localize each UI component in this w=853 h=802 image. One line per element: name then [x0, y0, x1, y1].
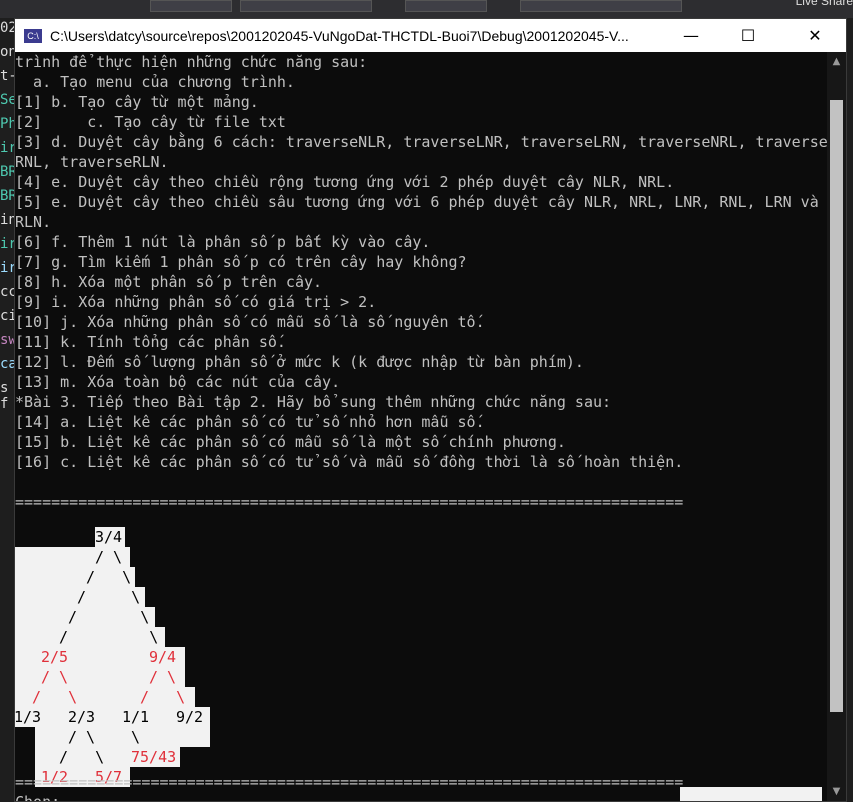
console-line: [1] b. Tạo cây từ một mảng.	[15, 93, 259, 111]
ide-gutter-fragment: BR	[0, 188, 14, 204]
console-line: [3] d. Duyệt cây bằng 6 cách: traverseNL…	[15, 133, 827, 151]
minimize-icon: —	[683, 26, 699, 45]
console-line: [12] l. Đếm số lượng phân số ở mức k (k …	[15, 353, 584, 371]
tree-node-2-5: 2/5	[41, 648, 69, 666]
ide-gutter-fragment: ir	[0, 140, 14, 156]
tree-node-2-3: 2/3	[68, 708, 96, 726]
console-line: [8] h. Xóa một phân số p trên cây.	[15, 273, 323, 291]
scroll-down-arrow-icon[interactable]: ▼	[827, 782, 846, 801]
console-line: *Bài 3. Tiếp theo Bài tập 2. Hãy bổ sung…	[15, 393, 612, 411]
scrollbar-thumb[interactable]	[830, 100, 843, 712]
console-line: [7] g. Tìm kiếm 1 phân số p có trên cây …	[15, 253, 467, 271]
ide-gutter-fragment: Ph	[0, 116, 14, 132]
console-line: [2] c. Tạo cây từ file txt	[15, 113, 286, 131]
maximize-button[interactable]: ☐	[725, 19, 771, 52]
window-title: C:\Users\datcy\source\repos\2001202045-V…	[50, 27, 629, 44]
console-line: [16] c. Liệt kê các phân số có tử số và …	[15, 453, 684, 471]
console-window: C:\ C:\Users\datcy\source\repos\20012020…	[14, 18, 847, 802]
ide-gutter-fragment: in	[0, 212, 14, 228]
window-titlebar[interactable]: C:\ C:\Users\datcy\source\repos\20012020…	[15, 19, 846, 52]
ide-gutter-fragment: s f	[0, 380, 9, 412]
scroll-up-arrow-icon[interactable]: ▲	[827, 52, 846, 71]
tree-node-1-3: 1/3	[15, 708, 42, 726]
console-line: RLN.	[15, 213, 52, 231]
separator-line-bottom: ========================================…	[15, 773, 684, 791]
ide-toolbar-field	[240, 0, 372, 12]
ide-toolbar-field	[405, 0, 487, 12]
highlight-bar	[680, 787, 822, 801]
console-line: [5] e. Duyệt cây theo chiều sâu tương ứn…	[15, 193, 819, 211]
tree-node-9-2: 9/2	[176, 708, 204, 726]
close-button[interactable]: ✕	[792, 19, 838, 52]
console-line: trình để thực hiện những chức năng sau:	[15, 53, 368, 71]
ide-toolbar-field	[150, 0, 232, 12]
live-share-label[interactable]: Live Share	[796, 0, 853, 8]
ide-gutter-fragment: ir	[0, 260, 14, 276]
console-line: [13] m. Xóa toàn bộ các nút của cây.	[15, 373, 341, 391]
maximize-icon: ☐	[740, 26, 756, 45]
vertical-scrollbar[interactable]: ▲ ▼	[827, 52, 846, 801]
close-icon: ✕	[808, 26, 822, 45]
tree-node-75-43: 75/43	[131, 748, 177, 766]
ide-gutter-fragment: cc	[0, 284, 14, 300]
menu-prompt[interactable]: Chon:	[15, 792, 69, 801]
minimize-button[interactable]: —	[668, 19, 714, 52]
tree-node-1-1: 1/1	[122, 708, 150, 726]
console-line: [14] a. Liệt kê các phân số có tử số nhỏ…	[15, 413, 485, 431]
ide-gutter-fragment: ir	[0, 236, 14, 252]
console-line: [11] k. Tính tổng các phân số.	[15, 333, 286, 351]
console-line: [15] b. Liệt kê các phân số có mẫu số là…	[15, 433, 566, 451]
console-line: [6] f. Thêm 1 nút là phân số p bất kỳ và…	[15, 233, 431, 251]
separator-line: ========================================…	[15, 493, 684, 511]
ide-gutter-fragment: BR	[0, 164, 14, 180]
ide-gutter-fragment: sw	[0, 332, 14, 348]
tree-node-root: 3/4	[95, 528, 123, 546]
console-line: a. Tạo menu của chương trình.	[15, 73, 295, 91]
ide-gutter-fragment: 02	[0, 20, 14, 36]
ide-editor-gutter: 02 on t- Se Ph ir BR BR in ir ir cc ci sw ca s f	[0, 18, 14, 802]
ide-right-edge	[847, 18, 853, 802]
console-line: [9] i. Xóa những phân số có giá trị > 2.	[15, 293, 377, 311]
ide-gutter-fragment: on	[0, 44, 14, 60]
ide-toolbar-background: Live Share	[0, 0, 853, 18]
console-output[interactable]: trình để thực hiện những chức năng sau: …	[15, 52, 827, 801]
console-line: [10] j. Xóa những phân số có mẫu số là s…	[15, 313, 485, 331]
console-line: [4] e. Duyệt cây theo chiều rộng tương ứ…	[15, 173, 675, 191]
ide-gutter-fragment: t-	[0, 68, 14, 84]
binary-tree-drawing: 3/4 / \ / \ / \ / \ / \ 2/5 9/4 / \ / \ …	[15, 527, 210, 787]
console-line: RNL, traverseRLN.	[15, 153, 169, 171]
ide-toolbar-field	[520, 0, 682, 12]
console-app-icon: C:\	[24, 28, 42, 43]
tree-node-9-4: 9/4	[149, 648, 177, 666]
ide-gutter-fragment: Se	[0, 92, 14, 108]
ide-gutter-fragment: ca	[0, 356, 14, 372]
ide-gutter-fragment: ci	[0, 308, 14, 324]
